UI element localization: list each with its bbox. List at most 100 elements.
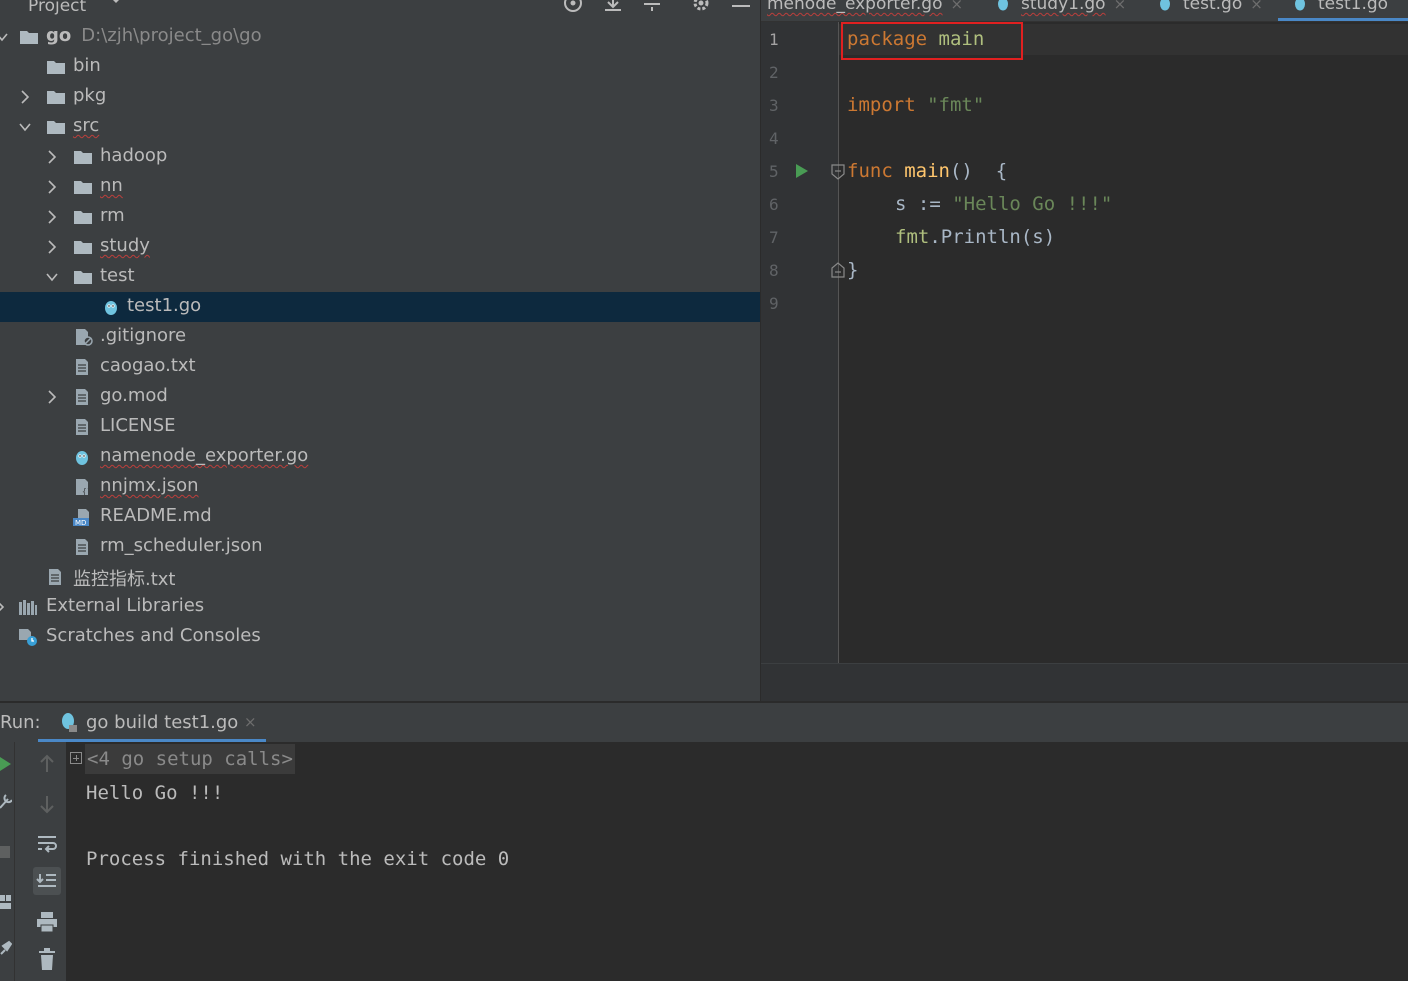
- editor-tab-bar: menode_exporter.go × study1.go × test.go × …: [761, 0, 1408, 22]
- chevron-right-icon[interactable]: [19, 90, 31, 104]
- tree-item-nn[interactable]: nn: [0, 172, 760, 202]
- tree-item-license[interactable]: LICENSE: [0, 412, 760, 442]
- chevron-down-icon[interactable]: [0, 30, 8, 44]
- chevron-right-icon[interactable]: [46, 240, 58, 254]
- tree-item-src[interactable]: src: [0, 112, 760, 142]
- code-line-6[interactable]: s := "Hello Go !!!": [895, 193, 1112, 215]
- fold-end-icon[interactable]: [831, 262, 845, 278]
- tree-item-nnjmx-json[interactable]: {} nnjmx.json: [0, 472, 760, 502]
- setup-calls-fold[interactable]: <4 go setup calls>: [85, 744, 295, 774]
- tree-item-metrics-txt[interactable]: 监控指标.txt: [0, 562, 760, 592]
- tree-item-label: test1.go: [127, 295, 202, 316]
- close-icon[interactable]: ×: [951, 0, 964, 13]
- tab-test-go[interactable]: test.go ×: [1159, 0, 1263, 21]
- tree-item-rm-scheduler-json[interactable]: rm_scheduler.json: [0, 532, 760, 562]
- editor-gutter: [761, 22, 839, 663]
- chevron-right-icon[interactable]: [46, 150, 58, 164]
- tree-item-readme-md[interactable]: MD README.md: [0, 502, 760, 532]
- stop-icon[interactable]: [0, 844, 12, 860]
- chevron-right-icon[interactable]: [46, 390, 58, 404]
- tree-item-gitignore[interactable]: .gitignore: [0, 322, 760, 352]
- chevron-right-icon[interactable]: [0, 600, 6, 614]
- run-tab-go-build[interactable]: go build test1.go ×: [38, 703, 266, 742]
- chevron-down-icon[interactable]: [46, 270, 58, 284]
- scroll-to-end-icon[interactable]: [33, 867, 61, 895]
- collapse-all-icon[interactable]: [641, 0, 663, 14]
- gopher-file-icon: [1160, 0, 1170, 11]
- text-file-icon: [76, 419, 88, 435]
- tree-item-label: .gitignore: [100, 325, 187, 346]
- ignored-file-icon: [76, 329, 93, 346]
- hide-panel-icon[interactable]: [730, 0, 752, 14]
- tree-item-go-mod[interactable]: go.mod: [0, 382, 760, 412]
- tree-item-caogao-txt[interactable]: caogao.txt: [0, 352, 760, 382]
- tree-item-label: hadoop: [100, 145, 168, 166]
- rerun-icon[interactable]: [0, 756, 12, 772]
- tree-item-bin[interactable]: bin: [0, 52, 760, 82]
- up-arrow-icon[interactable]: [33, 750, 61, 778]
- tree-item-test[interactable]: test: [0, 262, 760, 292]
- chevron-down-icon[interactable]: [108, 0, 124, 8]
- tree-item-label: rm: [100, 205, 125, 226]
- folder-icon: [47, 121, 65, 134]
- down-arrow-icon[interactable]: [33, 790, 61, 818]
- line-number: 2: [769, 63, 779, 82]
- project-path: D:\zjh\project_go\go: [81, 25, 262, 46]
- tree-item-namenode-exporter-go[interactable]: namenode_exporter.go: [0, 442, 760, 472]
- project-view-selector[interactable]: Project: [28, 0, 86, 16]
- close-icon[interactable]: ×: [1250, 0, 1263, 13]
- code-brace: }: [847, 259, 859, 281]
- code-line-8[interactable]: }: [847, 259, 858, 281]
- print-icon[interactable]: [33, 908, 61, 936]
- run-console[interactable]: <4 go setup calls> Hello Go !!! Process …: [66, 742, 1408, 981]
- run-tool-window-header: Run: go build test1.go ×: [0, 703, 1408, 742]
- folder-icon: [74, 181, 92, 194]
- chevron-right-icon[interactable]: [46, 210, 58, 224]
- run-tab-label: go build test1.go: [86, 712, 239, 733]
- fold-icon[interactable]: [831, 164, 845, 180]
- code-call: .Println(s): [929, 226, 1056, 248]
- close-icon[interactable]: ×: [244, 713, 257, 731]
- tree-item-scratches[interactable]: Scratches and Consoles: [0, 622, 760, 652]
- expand-all-icon[interactable]: [602, 0, 624, 14]
- tab-study1-go[interactable]: study1.go ×: [997, 0, 1127, 21]
- folder-icon: [74, 151, 92, 164]
- tree-item-external-libraries[interactable]: External Libraries: [0, 592, 760, 622]
- tree-item-label: pkg: [73, 85, 107, 106]
- gear-icon[interactable]: [690, 0, 712, 14]
- code-line-7[interactable]: fmt.Println(s): [895, 226, 1055, 248]
- tree-item-rm[interactable]: rm: [0, 202, 760, 232]
- run-gutter-icon[interactable]: [794, 162, 810, 180]
- expand-icon[interactable]: [70, 752, 82, 764]
- trash-icon[interactable]: [33, 945, 61, 973]
- line-number: 6: [769, 195, 779, 214]
- code-line-5[interactable]: func main() {: [847, 160, 1007, 182]
- tree-item-pkg[interactable]: pkg: [0, 82, 760, 112]
- locate-file-icon[interactable]: [562, 0, 584, 14]
- scratches-icon: [19, 629, 37, 646]
- tree-item-test1-go[interactable]: test1.go: [0, 292, 760, 322]
- tree-item-hadoop[interactable]: hadoop: [0, 142, 760, 172]
- tree-item-label: External Libraries: [46, 595, 205, 616]
- code-punctuation: () {: [949, 160, 1008, 182]
- run-left-toolbar: [0, 742, 14, 981]
- tree-item-label: Scratches and Consoles: [46, 625, 261, 646]
- code-string: "fmt": [927, 94, 985, 116]
- close-icon[interactable]: ×: [1114, 0, 1127, 13]
- tab-namenode-exporter-go[interactable]: menode_exporter.go ×: [767, 0, 964, 21]
- line-number: 8: [769, 261, 779, 280]
- pin-icon[interactable]: [0, 940, 12, 956]
- wrench-icon[interactable]: [0, 794, 12, 810]
- soft-wrap-icon[interactable]: [33, 830, 61, 858]
- chevron-down-icon[interactable]: [19, 120, 31, 134]
- tab-label: menode_exporter.go: [767, 0, 943, 14]
- tree-item-project-root[interactable]: go D:\zjh\project_go\go: [0, 22, 760, 52]
- tree-item-study[interactable]: study: [0, 232, 760, 262]
- chevron-right-icon[interactable]: [46, 180, 58, 194]
- folder-icon: [74, 271, 92, 284]
- folder-icon: [47, 91, 65, 104]
- code-line-3[interactable]: import "fmt": [847, 94, 984, 116]
- layout-icon[interactable]: [0, 894, 12, 910]
- tab-test1-go[interactable]: test1.go: [1278, 0, 1408, 21]
- markdown-file-icon: MD: [73, 509, 89, 526]
